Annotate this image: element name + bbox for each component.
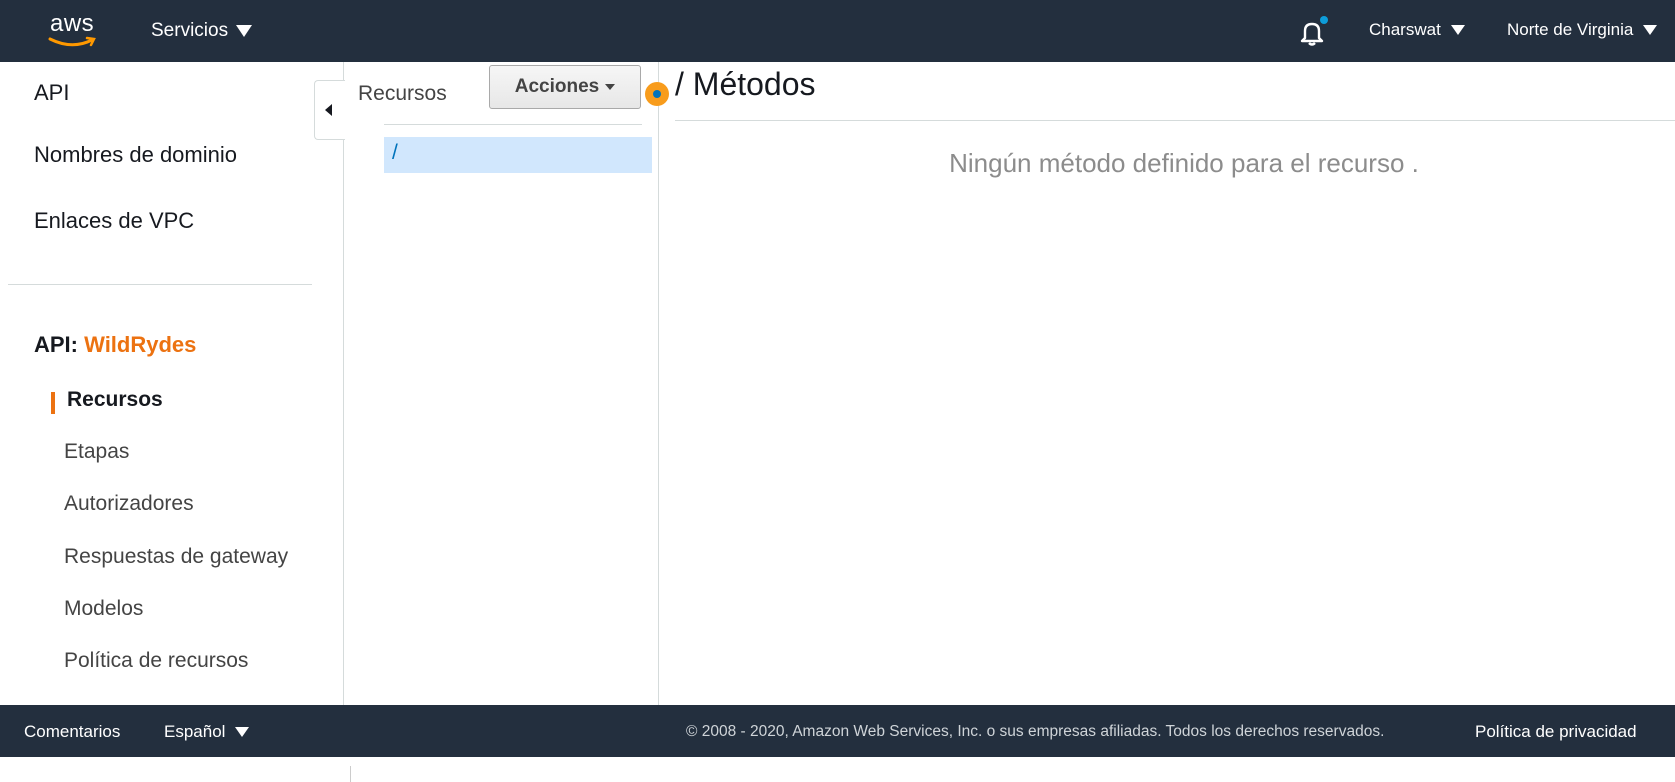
sidebar-item-gateway-responses[interactable]: Respuestas de gateway bbox=[64, 545, 288, 569]
sidebar-item-authorizers[interactable]: Autorizadores bbox=[64, 492, 194, 516]
sidebar-item-vpc-links[interactable]: Enlaces de VPC bbox=[34, 208, 194, 234]
page-divider bbox=[350, 766, 351, 782]
notification-dot-icon bbox=[1320, 16, 1328, 24]
sidebar-item-resources[interactable]: Recursos bbox=[67, 388, 163, 412]
sidebar-divider bbox=[8, 284, 312, 285]
region-menu[interactable]: Norte de Virginia bbox=[1507, 20, 1658, 40]
region-label: Norte de Virginia bbox=[1507, 20, 1634, 39]
copyright-text: © 2008 - 2020, Amazon Web Services, Inc.… bbox=[686, 723, 1385, 740]
api-heading: API: WildRydes bbox=[34, 332, 196, 358]
feedback-link[interactable]: Comentarios bbox=[24, 722, 120, 742]
sidebar-item-domain-names[interactable]: Nombres de dominio bbox=[34, 142, 237, 168]
active-indicator bbox=[51, 392, 55, 414]
chevron-down-icon bbox=[605, 84, 616, 90]
footer: Comentarios Español © 2008 - 2020, Amazo… bbox=[0, 705, 1675, 757]
language-label: Español bbox=[164, 722, 226, 741]
sidebar-item-models[interactable]: Modelos bbox=[64, 597, 143, 621]
api-name-link[interactable]: WildRydes bbox=[84, 332, 196, 357]
account-menu[interactable]: Charswat bbox=[1369, 20, 1465, 40]
actions-button[interactable]: Acciones bbox=[489, 65, 641, 109]
resource-path: / bbox=[392, 141, 398, 164]
chevron-down-icon bbox=[1643, 25, 1658, 35]
chevron-down-icon bbox=[235, 727, 250, 737]
language-selector[interactable]: Español bbox=[164, 722, 250, 742]
methods-title: / Métodos bbox=[675, 66, 816, 102]
chevron-down-icon bbox=[236, 25, 253, 37]
actions-label: Acciones bbox=[514, 76, 600, 97]
sidebar-item-resource-policy[interactable]: Política de recursos bbox=[64, 649, 248, 673]
chevron-down-icon bbox=[1450, 25, 1465, 35]
sidebar-item-stages[interactable]: Etapas bbox=[64, 440, 129, 464]
resources-pane: Recursos Acciones / bbox=[344, 62, 659, 705]
empty-methods-message: Ningún método definido para el recurso . bbox=[949, 148, 1419, 178]
aws-logo[interactable]: aws bbox=[46, 10, 102, 50]
aws-logo-text: aws bbox=[50, 10, 95, 37]
main-content: / Métodos Ningún método definido para el… bbox=[659, 62, 1675, 705]
aws-smile-icon bbox=[48, 36, 96, 47]
resource-tree-item[interactable]: / bbox=[384, 137, 652, 173]
sidebar: API Nombres de dominio Enlaces de VPC AP… bbox=[0, 62, 344, 705]
top-navigation-bar: aws Servicios Charswat Norte de Virginia bbox=[0, 0, 1675, 62]
resources-divider bbox=[384, 124, 642, 125]
chevron-left-icon bbox=[325, 104, 332, 116]
privacy-policy-link[interactable]: Política de privacidad bbox=[1475, 722, 1637, 742]
sidebar-item-api[interactable]: API bbox=[34, 80, 69, 106]
services-menu[interactable]: Servicios bbox=[151, 20, 253, 42]
account-label: Charswat bbox=[1369, 20, 1441, 39]
collapse-sidebar-button[interactable] bbox=[314, 80, 345, 140]
methods-divider bbox=[675, 120, 1675, 121]
resources-title: Recursos bbox=[358, 82, 447, 105]
services-label: Servicios bbox=[151, 20, 229, 41]
api-prefix: API: bbox=[34, 332, 78, 357]
